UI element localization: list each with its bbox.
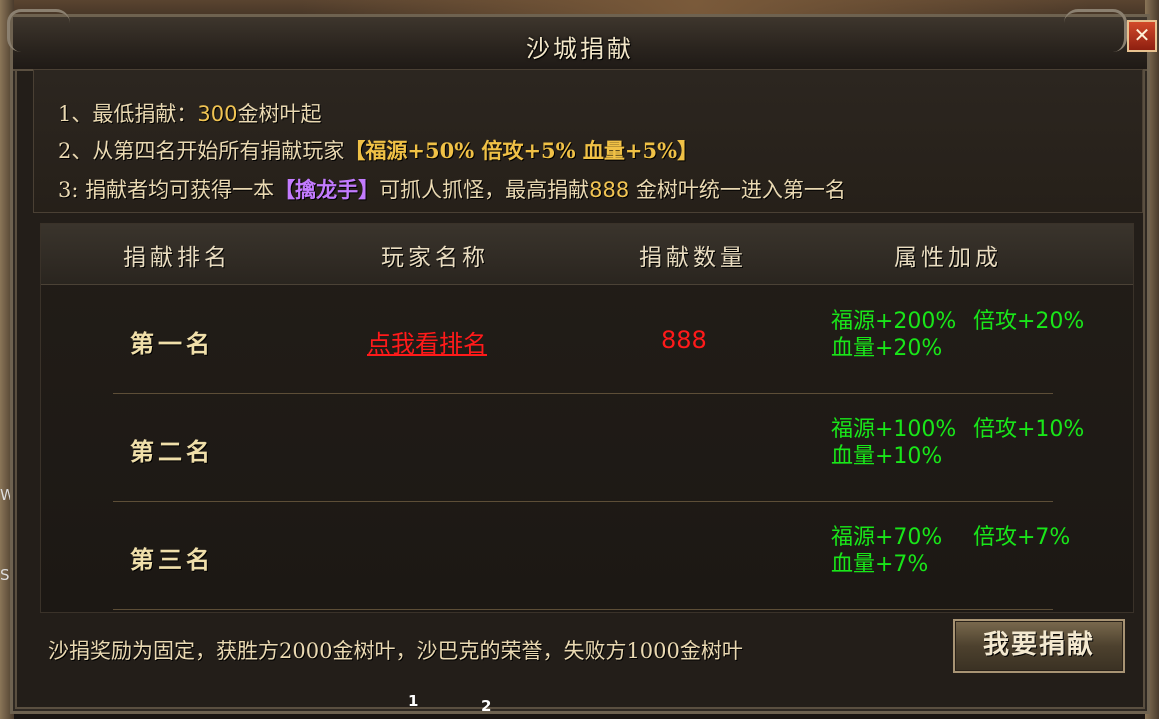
page-number-2[interactable]: 2 (481, 697, 491, 715)
bonus-fortune: 福源+100% (831, 417, 957, 442)
page-number-1[interactable]: 1 (408, 692, 418, 710)
table-row: 第一名 点我看排名 888 福源+200% 倍攻+20% 血量+20% (113, 286, 1084, 394)
bonus-hp: 血量+7% (831, 552, 929, 577)
header-rank: 捐献排名 (123, 245, 231, 271)
rule-1-prefix: 1、最低捐献： (58, 102, 198, 126)
sand-city-donation-window: 沙城捐献 1、最低捐献：300金树叶起 2、从第四名开始所有捐献玩家【福源+50… (7, 9, 1150, 714)
ranking-table: 捐献排名 玩家名称 捐献数量 属性加成 第一名 点我看排名 888 福源+200… (40, 223, 1134, 613)
bonus-attack: 倍攻+7% (973, 525, 1071, 550)
header-bonus: 属性加成 (894, 245, 1002, 271)
donation-amount: 888 (661, 326, 707, 354)
rule-line-1: 1、最低捐献：300金树叶起 (58, 98, 321, 128)
dragon-hand-item-link[interactable]: 【擒龙手】 (274, 177, 379, 202)
hud-letter-s: S (0, 566, 10, 584)
rule-2-bonus: 【福源+50% 倍攻+5% 血量+5%】 (344, 138, 699, 163)
rank-label: 第一名 (130, 329, 214, 358)
attribute-bonus: 福源+200% 倍攻+20% 血量+20% (831, 308, 1084, 362)
bonus-fortune: 福源+200% (831, 309, 957, 334)
rules-panel: 1、最低捐献：300金树叶起 2、从第四名开始所有捐献玩家【福源+50% 倍攻+… (33, 69, 1143, 213)
rule-3-prefix: 3: 捐献者均可获得一本 (58, 178, 275, 202)
attribute-bonus: 福源+70% 倍攻+7% 血量+7% (831, 524, 1070, 578)
rule-line-2: 2、从第四名开始所有捐献玩家【福源+50% 倍攻+5% 血量+5%】 (58, 135, 698, 165)
rule-3-middle: 可抓人抓怪，最高捐献 (379, 178, 590, 202)
title-bar[interactable]: 沙城捐献 (7, 9, 1147, 71)
table-header: 捐献排名 玩家名称 捐献数量 属性加成 (41, 224, 1133, 285)
rule-3-suffix: 金树叶统一进入第一名 (629, 178, 846, 202)
rule-3-amount: 888 (589, 178, 630, 202)
header-player: 玩家名称 (381, 245, 489, 271)
donate-button[interactable]: 我要捐献 (953, 619, 1125, 673)
rank-label: 第二名 (130, 437, 214, 466)
rule-2-prefix: 2、从第四名开始所有捐献玩家 (58, 139, 345, 163)
rule-line-3: 3: 捐献者均可获得一本【擒龙手】可抓人抓怪，最高捐献888 金树叶统一进入第一… (58, 174, 846, 204)
window-title: 沙城捐献 (526, 35, 634, 63)
header-amount: 捐献数量 (639, 245, 747, 271)
bonus-attack: 倍攻+20% (973, 309, 1085, 334)
rule-1-suffix: 金树叶起 (237, 102, 322, 126)
rule-1-amount: 300 (197, 102, 238, 126)
table-row: 第二名 福源+100% 倍攻+10% 血量+10% (113, 394, 1084, 502)
view-ranking-link[interactable]: 点我看排名 (367, 324, 487, 359)
bonus-hp: 血量+20% (831, 336, 943, 361)
close-button[interactable]: ✕ (1127, 20, 1157, 52)
bonus-fortune: 福源+70% (831, 525, 943, 550)
bonus-hp: 血量+10% (831, 444, 943, 469)
bonus-attack: 倍攻+10% (973, 417, 1085, 442)
rank-label: 第三名 (130, 545, 214, 574)
attribute-bonus: 福源+100% 倍攻+10% 血量+10% (831, 416, 1084, 470)
reward-note: 沙捐奖励为固定，获胜方2000金树叶，沙巴克的荣誉，失败方1000金树叶 (48, 639, 743, 663)
table-row: 第三名 福源+70% 倍攻+7% 血量+7% (113, 502, 1070, 610)
